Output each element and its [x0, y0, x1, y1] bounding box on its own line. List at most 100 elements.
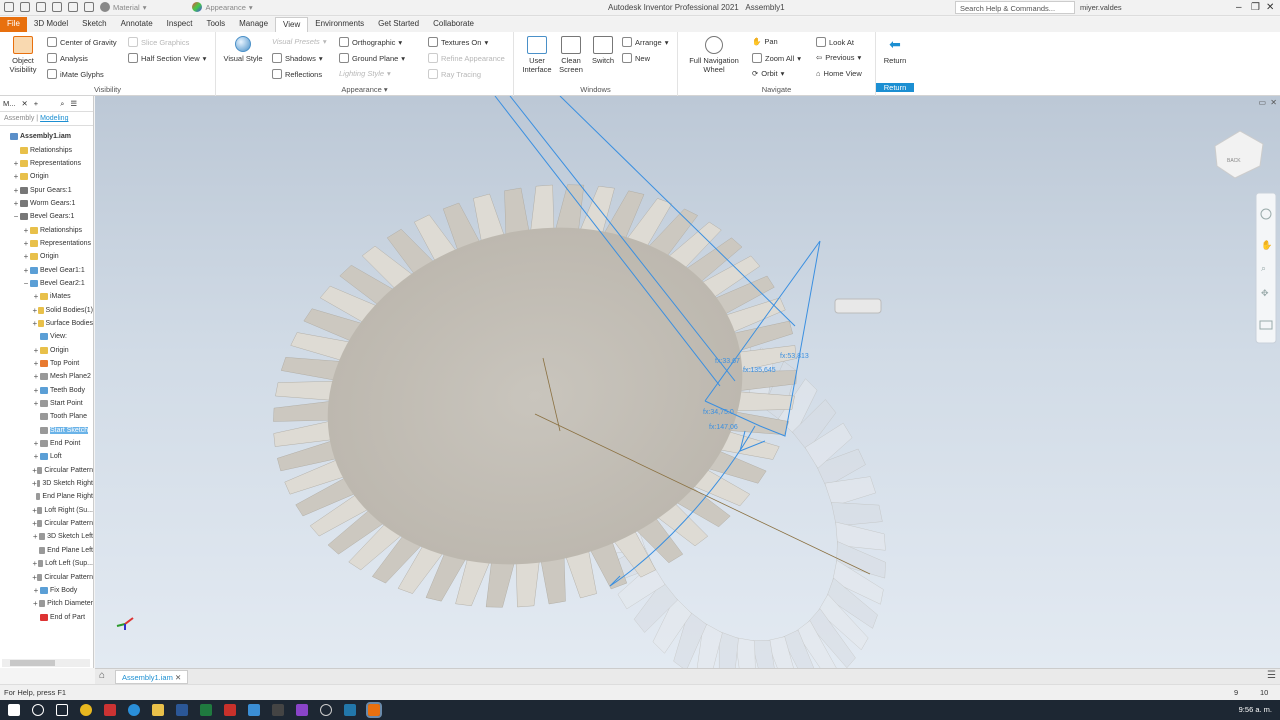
tab-environments[interactable]: Environments: [308, 17, 371, 32]
tree-node[interactable]: + Circular Pattern: [0, 517, 93, 530]
document-tab-assembly1[interactable]: Assembly1.iam ✕: [115, 670, 189, 684]
expand-toggle-icon[interactable]: +: [32, 452, 40, 461]
expand-toggle-icon[interactable]: +: [12, 172, 20, 181]
expand-toggle-icon[interactable]: +: [32, 346, 40, 355]
expand-toggle-icon[interactable]: +: [32, 439, 40, 448]
arrange-button[interactable]: Arrange ▾: [622, 37, 668, 47]
tree-node[interactable]: + Teeth Body: [0, 384, 93, 397]
acrobat-icon[interactable]: [224, 704, 236, 716]
scrollbar-thumb[interactable]: [10, 660, 55, 666]
expand-toggle-icon[interactable]: +: [32, 599, 39, 608]
tree-node[interactable]: + Relationships: [0, 223, 93, 236]
dimension-label[interactable]: fx:135,645: [743, 367, 776, 374]
tree-node[interactable]: + Solid Bodies(1): [0, 303, 93, 316]
onenote-icon[interactable]: [296, 704, 308, 716]
help-search-input[interactable]: Search Help & Commands...: [955, 1, 1075, 14]
vscode-icon[interactable]: [248, 704, 260, 716]
obs-icon[interactable]: [320, 704, 332, 716]
excel-icon[interactable]: [200, 704, 212, 716]
user-interface-button[interactable]: User Interface: [520, 36, 554, 74]
restore-icon[interactable]: ❐: [1251, 2, 1260, 13]
tab-sketch[interactable]: Sketch: [75, 17, 113, 32]
tree-node[interactable]: End Plane Right: [0, 490, 93, 503]
ground-plane-button[interactable]: Ground Plane ▾: [339, 53, 405, 63]
tree-node[interactable]: Start Sketch: [0, 424, 93, 437]
taskbar-clock[interactable]: 9:56 a. m.: [1239, 705, 1272, 714]
save-icon[interactable]: [36, 2, 46, 12]
tree-node[interactable]: + Representations: [0, 237, 93, 250]
tree-node[interactable]: + Circular Pattern: [0, 570, 93, 583]
expand-toggle-icon[interactable]: −: [12, 212, 20, 221]
tree-node[interactable]: End of Part: [0, 610, 93, 623]
expand-toggle-icon[interactable]: +: [32, 479, 37, 488]
tree-node[interactable]: + End Point: [0, 437, 93, 450]
tree-node[interactable]: + Surface Bodies: [0, 317, 93, 330]
chrome-icon[interactable]: [80, 704, 92, 716]
tree-node[interactable]: + Top Point: [0, 357, 93, 370]
tree-node[interactable]: View:: [0, 330, 93, 343]
tab-annotate[interactable]: Annotate: [114, 17, 160, 32]
tree-node[interactable]: + Pitch Diameter: [0, 597, 93, 610]
inventor-icon[interactable]: [366, 702, 382, 718]
dimension-label[interactable]: fx:34,75.0: [703, 409, 734, 416]
search-icon[interactable]: [32, 704, 44, 716]
appearance-dropdown[interactable]: Appearance ▾: [192, 2, 253, 12]
tree-node[interactable]: +3D Sketch Right: [0, 477, 93, 490]
slice-graphics-button[interactable]: Slice Graphics: [128, 37, 189, 47]
previous-view-button[interactable]: ⇦ Previous ▾: [816, 53, 861, 62]
edge-icon[interactable]: [128, 704, 140, 716]
object-visibility-button[interactable]: Object Visibility: [6, 36, 40, 74]
maximize-icon[interactable]: ▭: [1258, 98, 1266, 107]
expand-toggle-icon[interactable]: +: [32, 586, 40, 595]
tab-file[interactable]: File: [0, 17, 27, 32]
refine-appearance-button[interactable]: Refine Appearance: [428, 53, 505, 63]
minitoolbar[interactable]: [834, 298, 882, 314]
close-icon[interactable]: ✕: [1266, 2, 1274, 13]
expand-toggle-icon[interactable]: −: [22, 279, 30, 288]
select-icon[interactable]: [84, 2, 94, 12]
tree-node[interactable]: End Plane Left: [0, 544, 93, 557]
expand-toggle-icon[interactable]: +: [32, 292, 40, 301]
app-icon[interactable]: [272, 704, 284, 716]
navigation-bar[interactable]: ✋ ⌕ ✥: [1255, 192, 1277, 344]
menu-icon[interactable]: ☰: [70, 99, 77, 108]
windows-start-icon[interactable]: [8, 704, 20, 716]
pan-icon[interactable]: ✋: [1261, 239, 1272, 250]
imate-glyphs-button[interactable]: iMate Glyphs: [47, 69, 104, 79]
expand-toggle-icon[interactable]: +: [22, 266, 30, 275]
search-icon[interactable]: ⌕: [60, 99, 64, 109]
dimension-label[interactable]: fx:33,67: [715, 358, 740, 365]
tree-node[interactable]: + Origin: [0, 344, 93, 357]
close-icon[interactable]: ✕: [1270, 98, 1277, 107]
new-icon[interactable]: [4, 2, 14, 12]
clean-screen-button[interactable]: Clean Screen: [556, 36, 586, 74]
tab-assembly[interactable]: Assembly: [4, 115, 34, 122]
tree-node[interactable]: + Bevel Gear1:1: [0, 263, 93, 276]
tab-view[interactable]: View: [275, 17, 309, 32]
expand-toggle-icon[interactable]: +: [32, 319, 38, 328]
graphics-window[interactable]: fx:33,67 fx:53,813 fx:135,645 fx:34,75.0 fx:…: [95, 96, 1280, 668]
expand-toggle-icon[interactable]: +: [12, 199, 20, 208]
tree-node[interactable]: + Start Point: [0, 397, 93, 410]
dimension-label[interactable]: fx:147,06: [709, 424, 738, 431]
tab-get-started[interactable]: Get Started: [371, 17, 426, 32]
switch-button[interactable]: Switch: [588, 36, 618, 65]
ray-tracing-button[interactable]: Ray Tracing: [428, 69, 481, 79]
tree-node[interactable]: + Origin: [0, 250, 93, 263]
expand-toggle-icon[interactable]: +: [32, 532, 39, 541]
tree-node[interactable]: + Loft Left (Sup...: [0, 557, 93, 570]
menu-icon[interactable]: ☰: [1267, 670, 1276, 681]
expand-toggle-icon[interactable]: +: [32, 359, 40, 368]
expand-toggle-icon[interactable]: +: [32, 399, 40, 408]
task-view-icon[interactable]: [56, 704, 68, 716]
word-icon[interactable]: [176, 704, 188, 716]
tree-node[interactable]: + Representations: [0, 157, 93, 170]
expand-toggle-icon[interactable]: +: [22, 226, 30, 235]
tab-tools[interactable]: Tools: [199, 17, 232, 32]
user-account[interactable]: miyer.valdes: [1080, 3, 1122, 12]
expand-toggle-icon[interactable]: +: [12, 186, 20, 195]
tree-node[interactable]: Tooth Plane: [0, 410, 93, 423]
reflections-button[interactable]: Reflections: [272, 69, 322, 79]
visual-presets-dropdown[interactable]: Visual Presets ▾: [272, 37, 327, 46]
tree-node[interactable]: + Loft: [0, 450, 93, 463]
